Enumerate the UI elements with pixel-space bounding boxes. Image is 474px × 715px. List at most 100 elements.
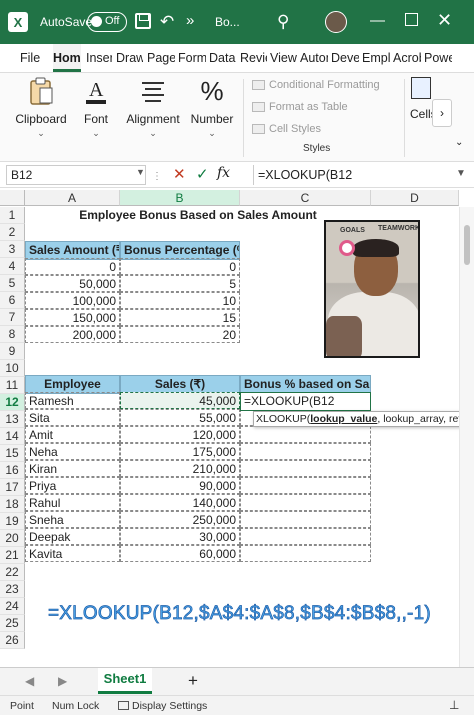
column-header-d[interactable]: D	[371, 190, 459, 206]
row-header[interactable]: 16	[0, 462, 25, 479]
sheet-nav-next-icon[interactable]: ▶	[58, 674, 67, 688]
emp-cell-sales[interactable]: 175,000	[120, 443, 240, 460]
emp-cell-sales[interactable]: 90,000	[120, 477, 240, 494]
tab-home[interactable]: Home	[53, 44, 81, 72]
row-header[interactable]: 10	[0, 360, 25, 377]
emp-cell-name[interactable]: Amit	[25, 426, 120, 443]
emp-cell-sales[interactable]: 60,000	[120, 545, 240, 562]
row-header[interactable]: 15	[0, 445, 25, 462]
emp-cell-bonus[interactable]	[240, 460, 371, 477]
tab-formulas[interactable]: Formulas	[178, 44, 206, 72]
sheet-nav-prev-icon[interactable]: ◀	[25, 674, 34, 688]
row-header[interactable]: 23	[0, 581, 25, 598]
lookup-cell-sales[interactable]: 0	[25, 258, 120, 275]
emp-cell-name[interactable]: Priya	[25, 477, 120, 494]
chevron-down-icon[interactable]: ▼	[456, 168, 466, 179]
emp-cell-sales[interactable]: 250,000	[120, 511, 240, 528]
row-header[interactable]: 19	[0, 513, 25, 530]
tab-page-layout[interactable]: Page Layout	[147, 44, 175, 72]
row-header[interactable]: 9	[0, 343, 25, 360]
tab-developer[interactable]: Developer	[331, 44, 359, 72]
emp-cell-bonus[interactable]	[240, 511, 371, 528]
lookup-cell-bonus[interactable]: 10	[120, 292, 240, 309]
clipboard-group[interactable]: Clipboard ⌄	[10, 73, 72, 139]
ribbon-scroll-right-icon[interactable]: ›	[432, 99, 452, 127]
cancel-icon[interactable]: ✕	[173, 165, 186, 183]
emp-cell-bonus[interactable]	[240, 545, 371, 562]
cells-icon[interactable]	[411, 77, 431, 99]
emp-cell-sales[interactable]: 140,000	[120, 494, 240, 511]
emp-cell-name[interactable]: Rahul	[25, 494, 120, 511]
font-group[interactable]: A Font ⌄	[78, 73, 114, 139]
lookup-cell-sales[interactable]: 150,000	[25, 309, 120, 326]
cell-styles-button[interactable]: Cell Styles	[252, 123, 321, 135]
row-header[interactable]: 13	[0, 411, 25, 428]
emp-cell-sales[interactable]: 120,000	[120, 426, 240, 443]
save-icon[interactable]	[135, 13, 151, 29]
minimize-icon[interactable]: —	[370, 12, 385, 29]
row-header[interactable]: 17	[0, 479, 25, 496]
presenter-photo[interactable]: GOALS TEAMWORK	[324, 220, 420, 358]
lookup-cell-bonus[interactable]: 5	[120, 275, 240, 292]
undo-icon[interactable]: ↶	[160, 12, 174, 32]
emp-cell-name[interactable]: Deepak	[25, 528, 120, 545]
row-header[interactable]: 5	[0, 275, 25, 292]
row-header[interactable]: 24	[0, 598, 25, 615]
emp-cell-sales[interactable]: 55,000	[120, 409, 240, 426]
lookup-cell-sales[interactable]: 100,000	[25, 292, 120, 309]
alignment-group[interactable]: Alignment ⌄	[124, 73, 182, 139]
emp-cell-name[interactable]: Ramesh	[25, 392, 120, 409]
emp-cell-bonus[interactable]	[240, 426, 371, 443]
row-header[interactable]: 22	[0, 564, 25, 581]
tab-employee[interactable]: Employee	[362, 44, 390, 72]
chevron-down-icon[interactable]: ▼	[136, 167, 145, 177]
row-header[interactable]: 25	[0, 615, 25, 632]
display-settings-button[interactable]: Display Settings	[132, 700, 207, 712]
display-settings-icon[interactable]	[118, 701, 129, 710]
drag-handle-icon[interactable]: ⋮	[152, 171, 162, 182]
tab-acrobat[interactable]: Acrobat	[393, 44, 421, 72]
lookup-cell-bonus[interactable]: 0	[120, 258, 240, 275]
emp-cell-name[interactable]: Sita	[25, 409, 120, 426]
lookup-cell-sales[interactable]: 200,000	[25, 326, 120, 343]
row-header[interactable]: 2	[0, 224, 25, 241]
row-header[interactable]: 1	[0, 207, 25, 224]
column-header-b[interactable]: B	[120, 190, 240, 206]
row-header[interactable]: 8	[0, 326, 25, 343]
column-header-c[interactable]: C	[240, 190, 371, 206]
tab-draw[interactable]: Draw	[116, 44, 143, 72]
name-box[interactable]: B12	[6, 165, 146, 185]
row-header[interactable]: 11	[0, 377, 25, 394]
search-icon[interactable]: ⚲	[277, 12, 289, 32]
formula-input[interactable]: =XLOOKUP(B12	[253, 165, 473, 185]
row-header[interactable]: 26	[0, 632, 25, 649]
tooltip-arg-lookup-value[interactable]: lookup_value	[310, 413, 377, 425]
emp-cell-bonus[interactable]	[240, 528, 371, 545]
emp-cell-sales[interactable]: 210,000	[120, 460, 240, 477]
row-header[interactable]: 21	[0, 547, 25, 564]
number-group[interactable]: % Number ⌄	[188, 73, 236, 139]
tab-review[interactable]: Review	[240, 44, 267, 72]
more-commands-icon[interactable]: »	[186, 12, 194, 29]
tab-power[interactable]: Power	[424, 44, 452, 72]
insert-function-icon[interactable]: fx	[217, 165, 230, 181]
lookup-cell-bonus[interactable]: 15	[120, 309, 240, 326]
close-icon[interactable]: ✕	[437, 10, 452, 31]
emp-cell-name[interactable]: Kiran	[25, 460, 120, 477]
conditional-formatting-button[interactable]: Conditional Formatting	[252, 79, 380, 91]
tab-insert[interactable]: Insert	[86, 44, 112, 72]
emp-cell-bonus[interactable]	[240, 477, 371, 494]
emp-cell-name[interactable]: Sneha	[25, 511, 120, 528]
row-header[interactable]: 18	[0, 496, 25, 513]
emp-cell-bonus[interactable]	[240, 443, 371, 460]
select-all-corner[interactable]	[0, 190, 25, 206]
enter-icon[interactable]: ✓	[196, 165, 209, 183]
row-header[interactable]: 6	[0, 292, 25, 309]
sheet-title[interactable]: Employee Bonus Based on Sales Amount	[25, 207, 371, 224]
row-header[interactable]: 12	[0, 394, 25, 411]
active-cell-c12[interactable]: =XLOOKUP(B12	[240, 392, 371, 411]
add-sheet-icon[interactable]: +	[188, 671, 198, 691]
vertical-scrollbar[interactable]	[459, 207, 474, 667]
scroll-thumb[interactable]	[464, 225, 470, 265]
maximize-icon[interactable]	[405, 13, 418, 26]
